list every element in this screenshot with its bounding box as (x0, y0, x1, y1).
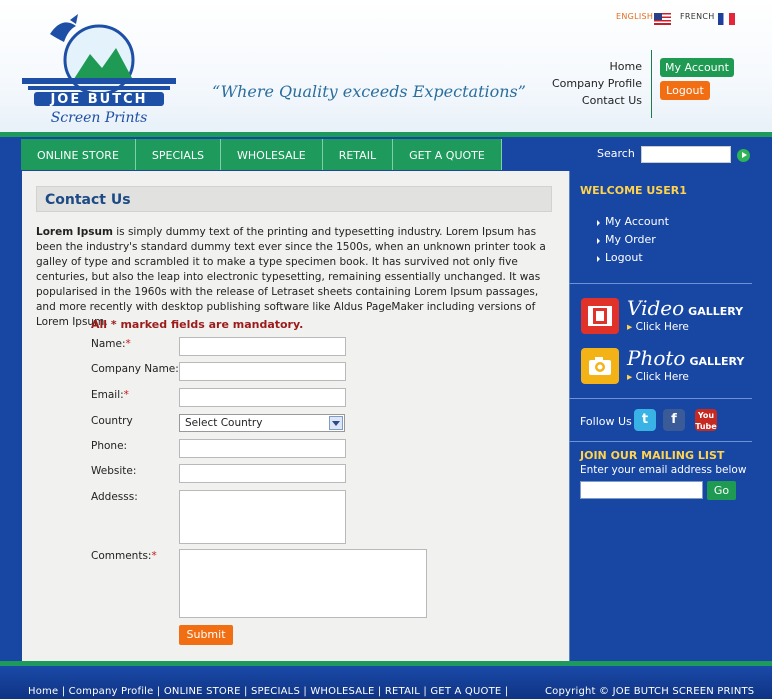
website-field[interactable] (179, 464, 346, 483)
film-icon[interactable] (581, 298, 619, 334)
address-label: Addesss: (91, 491, 138, 503)
photo-click-text: Click Here (635, 371, 689, 383)
company-field[interactable] (179, 362, 346, 381)
header-divider (651, 50, 652, 118)
country-select-value: Select Country (185, 417, 263, 429)
gallery-word: GALLERY (688, 305, 744, 318)
mandatory-note: All * marked fields are mandatory. (91, 318, 304, 331)
copyright-text: Copyright © JOE BUTCH SCREEN PRINTS (545, 686, 755, 697)
website-label: Website: (91, 465, 137, 477)
lang-french[interactable]: FRENCH (680, 12, 715, 26)
svg-text:Screen Prints: Screen Prints (51, 110, 148, 126)
welcome-text: WELCOME USER1 (580, 184, 687, 197)
nav-wholesale[interactable]: WHOLESALE (221, 139, 323, 170)
page-title: Contact Us (45, 192, 131, 208)
tagline: “Where Quality exceeds Expectations” (212, 82, 526, 101)
camera-icon[interactable] (581, 348, 619, 384)
search-input[interactable] (641, 146, 731, 163)
main-nav: ONLINE STORE SPECIALS WHOLESALE RETAIL G… (21, 139, 502, 170)
search-label: Search (597, 147, 635, 160)
photo-gallery-title[interactable]: Photo GALLERY (627, 346, 744, 370)
photo-click-here[interactable]: ▸ Click Here (627, 371, 689, 383)
intro-lead: Lorem Ipsum (36, 226, 113, 238)
country-select[interactable]: Select Country (179, 414, 345, 432)
logout-button[interactable]: Logout (660, 81, 710, 100)
newsletter-go-button[interactable]: Go (707, 481, 736, 500)
company-label: Company Name: (91, 363, 179, 375)
country-label: Country (91, 415, 133, 427)
sidebar-item-my-account[interactable]: My Account (597, 213, 669, 231)
sidebar-item-my-order[interactable]: My Order (597, 231, 669, 249)
video-gallery-title[interactable]: Video GALLERY (627, 296, 743, 320)
comments-field[interactable] (179, 549, 427, 618)
phone-field[interactable] (179, 439, 346, 458)
submit-button[interactable]: Submit (179, 625, 233, 645)
search-go-icon[interactable] (737, 149, 750, 162)
toplink-company-profile[interactable]: Company Profile (552, 75, 642, 92)
mailing-list-title: JOIN OUR MAILING LIST (580, 449, 725, 462)
footer-links[interactable]: Home | Company Profile | ONLINE STORE | … (28, 686, 508, 697)
email-label-text: Email: (91, 389, 124, 401)
required-star: * (125, 338, 131, 350)
facebook-icon[interactable]: f (663, 409, 685, 431)
required-star: * (123, 389, 129, 401)
address-field[interactable] (179, 490, 346, 544)
lang-english[interactable]: ENGLISH (616, 12, 653, 26)
sidebar-divider (569, 283, 752, 284)
toplink-home[interactable]: Home (552, 58, 642, 75)
photo-word: Photo (627, 346, 686, 370)
sidebar-links: My Account My Order Logout (597, 213, 669, 267)
chevron-down-icon[interactable] (329, 416, 343, 430)
toplink-contact-us[interactable]: Contact Us (552, 92, 642, 109)
intro-body: is simply dummy text of the printing and… (36, 226, 546, 328)
top-links: Home Company Profile Contact Us (552, 58, 642, 109)
us-flag-icon[interactable] (654, 13, 671, 25)
name-label: Name:* (91, 338, 131, 350)
required-star: * (151, 550, 157, 562)
twitter-icon[interactable]: t (634, 409, 656, 431)
sidebar-divider (569, 441, 752, 442)
page-title-box: Contact Us (36, 186, 552, 212)
sidebar-divider (569, 398, 752, 399)
follow-us-label: Follow Us (580, 415, 632, 428)
comments-label-text: Comments: (91, 550, 152, 562)
youtube-icon[interactable]: You Tube (695, 409, 717, 431)
gallery-word: GALLERY (689, 355, 745, 368)
name-label-text: Name: (91, 338, 126, 350)
intro-text: Lorem Ipsum is simply dummy text of the … (36, 225, 552, 330)
sidebar-item-logout[interactable]: Logout (597, 249, 669, 267)
mailing-list-subtitle: Enter your email address below (580, 464, 747, 476)
video-click-text: Click Here (635, 321, 689, 333)
nav-get-a-quote[interactable]: GET A QUOTE (393, 139, 502, 170)
email-field[interactable] (179, 388, 346, 407)
newsletter-email-input[interactable] (580, 481, 703, 499)
name-field[interactable] (179, 337, 346, 356)
video-click-here[interactable]: ▸ Click Here (627, 321, 689, 333)
comments-label: Comments:* (91, 550, 157, 562)
svg-text:JOE BUTCH: JOE BUTCH (49, 92, 147, 107)
video-word: Video (627, 296, 685, 320)
joe-butch-logo[interactable]: JOE BUTCH Screen Prints (20, 12, 178, 130)
my-account-button[interactable]: My Account (660, 58, 734, 77)
nav-online-store[interactable]: ONLINE STORE (21, 139, 136, 170)
france-flag-icon[interactable] (718, 13, 735, 25)
phone-label: Phone: (91, 440, 128, 452)
email-label: Email:* (91, 389, 129, 401)
nav-retail[interactable]: RETAIL (323, 139, 394, 170)
nav-specials[interactable]: SPECIALS (136, 139, 222, 170)
